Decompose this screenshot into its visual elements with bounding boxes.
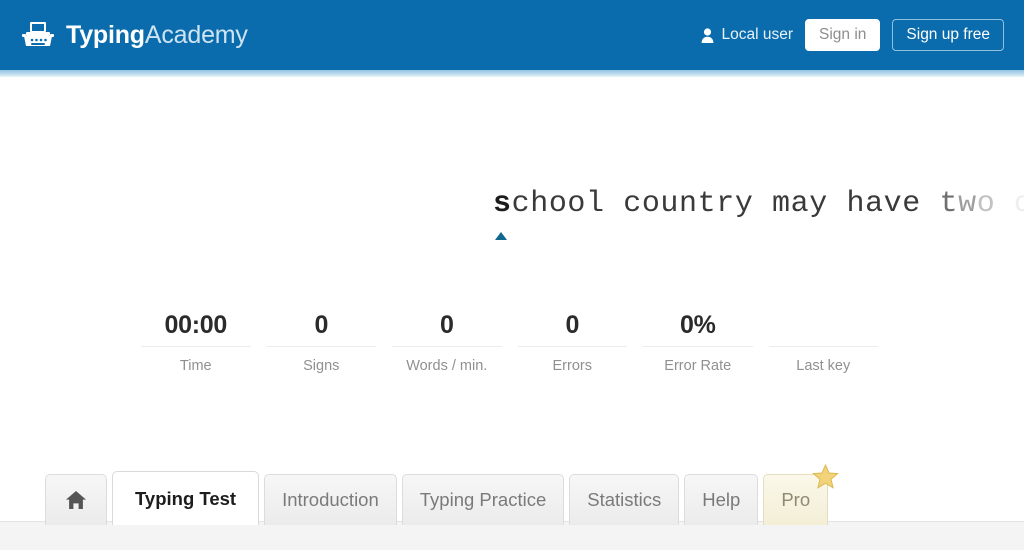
- tab-help[interactable]: Help: [684, 474, 759, 525]
- tab-label: Statistics: [587, 489, 662, 510]
- typing-text-line: school country may have two c: [493, 180, 1024, 228]
- stat-label: Errors: [552, 358, 592, 374]
- tab-bar: Typing Test Introduction Typing Practice St…: [0, 464, 1024, 550]
- tab-label: Typing Test: [135, 487, 237, 509]
- user-icon: [701, 27, 714, 43]
- tab-list: Typing Test Introduction Typing Practice St…: [45, 464, 840, 525]
- typing-segment: w: [958, 187, 977, 221]
- stats-row: 00:00 Time 0 Signs 0 Words / min. 0 Errors 0% Err…: [133, 308, 886, 374]
- stat-item: Last key: [761, 308, 887, 374]
- sign-up-button[interactable]: Sign up free: [892, 18, 1004, 52]
- stat-value: [767, 308, 881, 342]
- stat-label: Time: [179, 358, 212, 374]
- stat-item: 0% Error Rate: [635, 308, 761, 374]
- stat-value: 0%: [679, 311, 716, 339]
- stat-value: 0: [565, 311, 580, 339]
- sign-in-button[interactable]: Sign in: [805, 18, 881, 52]
- typing-segment: s: [493, 187, 512, 221]
- caret-triangle-icon: [495, 232, 507, 240]
- typing-segment: t: [939, 187, 959, 221]
- tab-bar-base: [0, 521, 1024, 550]
- typing-segment: o: [976, 187, 996, 221]
- tab-typing-test[interactable]: Typing Test: [112, 471, 260, 525]
- tab-label: Help: [702, 489, 741, 510]
- stat-item: 00:00 Time: [133, 308, 259, 374]
- brand-logo[interactable]: TypingAcademy: [22, 20, 248, 50]
- stat-item: 0 Signs: [259, 308, 385, 374]
- stat-label: Words / min.: [406, 358, 488, 374]
- brand-name-primary: Typing: [66, 20, 145, 49]
- stat-label: Last key: [796, 358, 851, 374]
- tab-label: Typing Practice: [419, 489, 547, 510]
- brand-text: TypingAcademy: [66, 20, 248, 49]
- local-user-indicator[interactable]: Local user: [701, 26, 793, 44]
- typing-segment: chool country may have: [511, 187, 940, 221]
- home-icon: [66, 491, 86, 509]
- stat-item: 0 Errors: [510, 308, 636, 374]
- stat-label: Error Rate: [664, 358, 732, 374]
- typing-segment: [995, 187, 1014, 221]
- typing-test-area[interactable]: school country may have two c: [0, 180, 1024, 250]
- site-header: TypingAcademy Local user Sign in Sign up…: [0, 0, 1024, 70]
- brand-name-secondary: Academy: [144, 20, 248, 49]
- stat-value: 0: [439, 311, 454, 339]
- typing-segment: c: [1013, 187, 1024, 221]
- local-user-label: Local user: [721, 26, 793, 43]
- stat-value: 0: [314, 311, 329, 339]
- tab-home[interactable]: [45, 474, 107, 525]
- stat-value: 00:00: [164, 311, 228, 339]
- tab-pro[interactable]: Pro: [763, 464, 840, 525]
- tab-label: Introduction: [282, 489, 379, 510]
- tab-statistics[interactable]: Statistics: [569, 474, 680, 525]
- stat-label: Signs: [303, 358, 340, 374]
- header-underline: [0, 70, 1024, 77]
- stat-item: 0 Words / min.: [384, 308, 510, 374]
- typewriter-icon: [22, 20, 54, 50]
- typing-academy-page: TypingAcademy Local user Sign in Sign up…: [0, 0, 1024, 550]
- tab-introduction[interactable]: Introduction: [264, 474, 397, 525]
- tab-typing-practice[interactable]: Typing Practice: [401, 474, 565, 525]
- tab-label: Pro: [781, 489, 811, 510]
- header-actions: Local user Sign in Sign up free: [701, 0, 1004, 70]
